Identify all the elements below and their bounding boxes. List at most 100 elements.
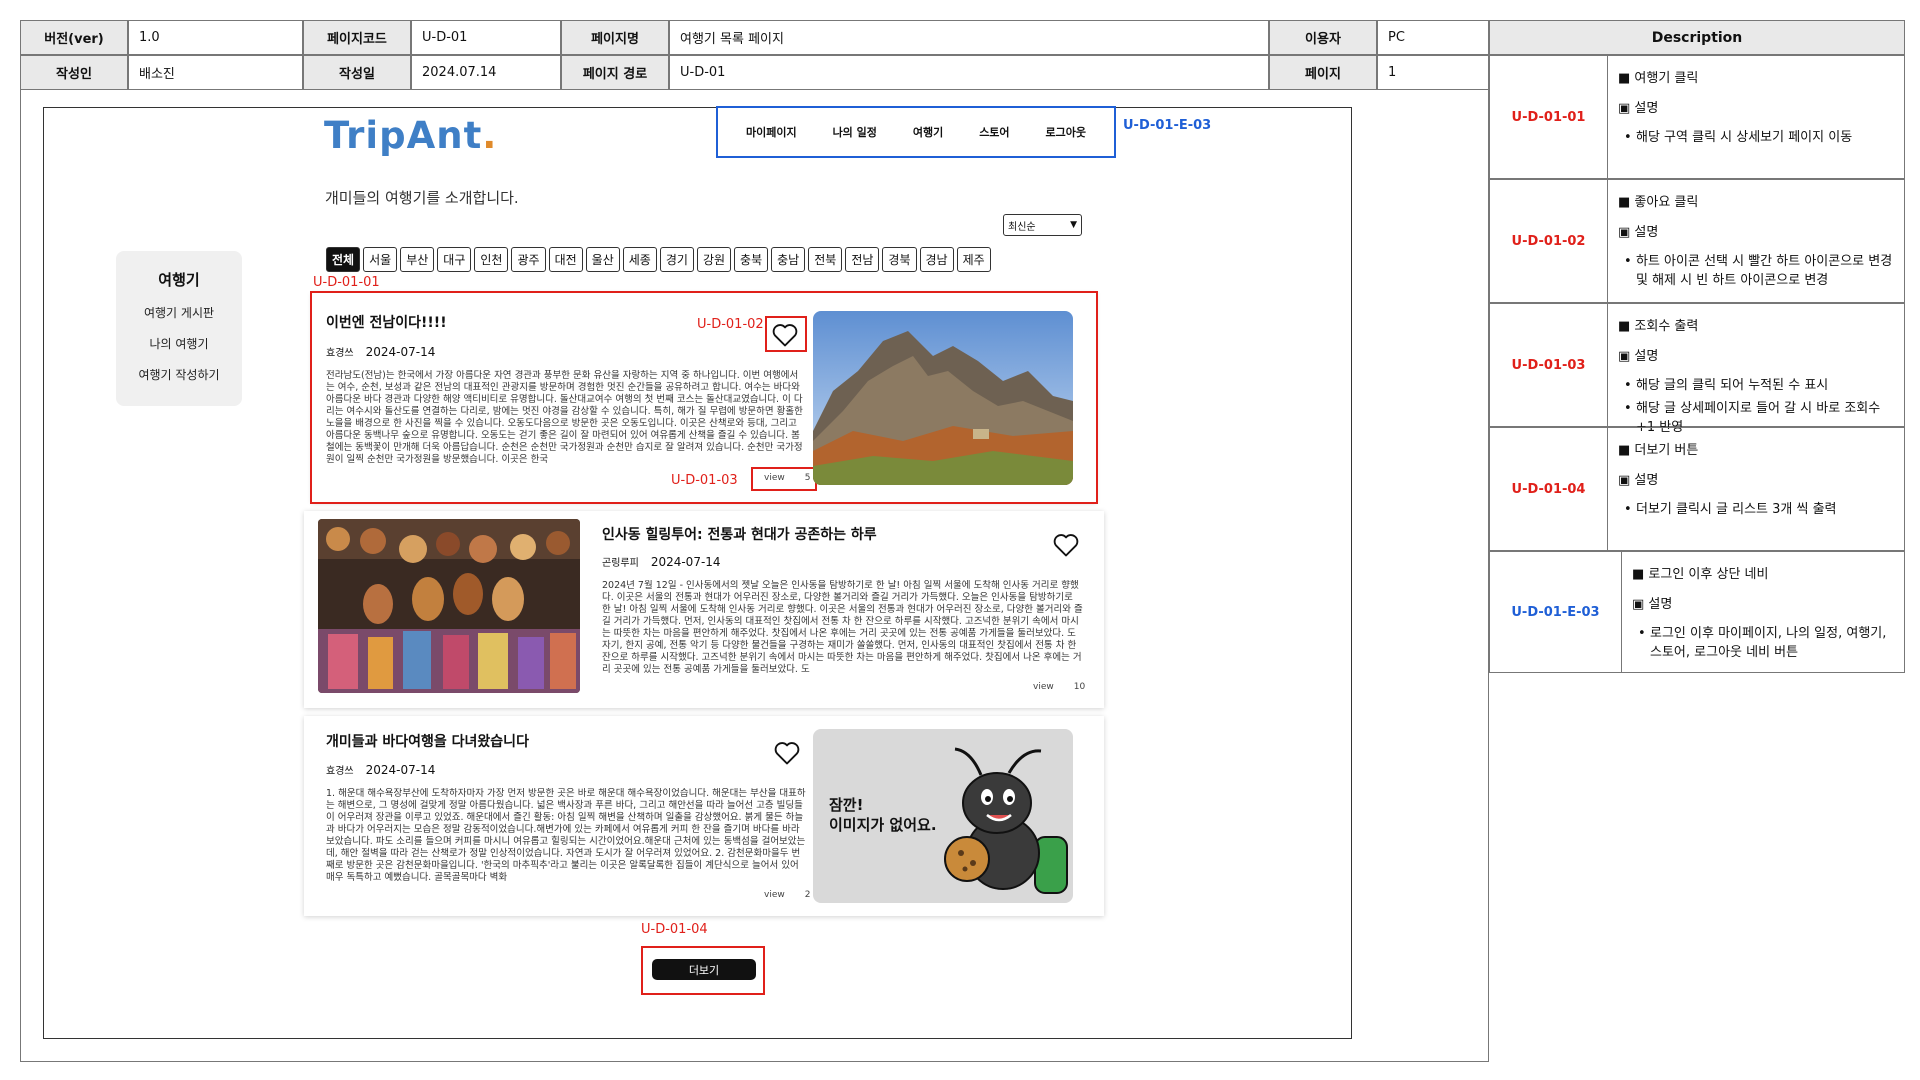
tag-more: U-D-01-04 xyxy=(641,922,708,937)
description-header: Description xyxy=(1489,20,1905,55)
view-number: 5 xyxy=(804,473,811,483)
top-nav: 마이페이지 나의 일정 여행기 스토어 로그아웃 xyxy=(716,106,1116,158)
post-image xyxy=(318,519,580,693)
region-filters: 전체 서울 부산 대구 인천 광주 대전 울산 세종 경기 강원 충북 충남 전… xyxy=(326,247,991,272)
desc-sub: ▣ 설명 xyxy=(1618,225,1659,240)
more-button[interactable]: 더보기 xyxy=(652,959,756,980)
page-code-value: U-D-01 xyxy=(411,20,561,55)
page-value: 1 xyxy=(1377,55,1489,90)
date-value: 2024.07.14 xyxy=(411,55,561,90)
sort-select[interactable]: 최신순 ▼ xyxy=(1003,214,1082,236)
filter-chip[interactable]: 광주 xyxy=(511,247,546,272)
sidebar-item-my-travelogue[interactable]: 나의 여행기 xyxy=(116,335,242,352)
desc-id: U-D-01-03 xyxy=(1490,304,1608,426)
page-name-value: 여행기 목록 페이지 xyxy=(669,20,1269,55)
post-meta: 효경쓰 2024-07-14 xyxy=(326,344,435,359)
author-label: 작성인 xyxy=(20,55,128,90)
nav-store[interactable]: 스토어 xyxy=(979,124,1009,140)
desc-bullet: 하트 아이콘 선택 시 빨간 하트 아이콘으로 변경 및 해제 시 빈 하트 아… xyxy=(1618,252,1894,290)
logo-dot: . xyxy=(482,114,498,157)
post-excerpt: 1. 해운대 해수욕장부산에 도착하자마자 가장 먼저 방문한 곳은 바로 해운… xyxy=(326,788,806,883)
page-code-label: 페이지코드 xyxy=(303,20,411,55)
filter-chip[interactable]: 전체 xyxy=(326,247,361,272)
post-author: 효경쓰 xyxy=(326,348,354,359)
page-name-label: 페이지명 xyxy=(561,20,669,55)
desc-bullet: 더보기 클릭시 글 리스트 3개 씩 출력 xyxy=(1618,500,1894,519)
version-value: 1.0 xyxy=(128,20,303,55)
view-count: view 2 xyxy=(764,890,811,900)
desc-sub: ▣ 설명 xyxy=(1618,101,1659,116)
desc-title: ■ 더보기 버튼 xyxy=(1618,443,1699,458)
post-excerpt: 전라남도(전남)는 한국에서 가장 아름다운 자연 경관과 풍부한 문화 유산을… xyxy=(326,370,803,465)
post-title: 이번엔 전남이다!!!! xyxy=(326,315,447,331)
desc-sub: ▣ 설명 xyxy=(1618,349,1659,364)
view-count: view 10 xyxy=(1033,682,1085,692)
filter-chip[interactable]: 대전 xyxy=(548,247,583,272)
desc-id: U-D-01-01 xyxy=(1490,56,1608,178)
nav-tag: U-D-01-E-03 xyxy=(1123,118,1212,133)
page-headline: 개미들의 여행기를 소개합니다. xyxy=(325,189,519,207)
sidebar-item-board[interactable]: 여행기 게시판 xyxy=(116,304,242,321)
logo-text: TripAnt xyxy=(324,114,483,157)
filter-chip[interactable]: 충남 xyxy=(771,247,806,272)
nav-my-schedule[interactable]: 나의 일정 xyxy=(833,124,877,140)
nav-travelogue[interactable]: 여행기 xyxy=(913,124,943,140)
post-title: 인사동 힐링투어: 전통과 현대가 공존하는 하루 xyxy=(602,527,877,543)
desc-title: ■ 여행기 클릭 xyxy=(1618,71,1699,86)
filter-chip[interactable]: 경기 xyxy=(659,247,694,272)
desc-row: U-D-01-04 ■ 더보기 버튼 ▣ 설명 더보기 클릭시 글 리스트 3개… xyxy=(1489,427,1905,551)
view-label: view xyxy=(764,473,785,483)
ant-mascot-icon xyxy=(944,747,1068,894)
desc-id: U-D-01-04 xyxy=(1490,428,1608,550)
market-image xyxy=(318,519,580,693)
filter-chip[interactable]: 대구 xyxy=(437,247,472,272)
heart-icon[interactable] xyxy=(771,322,799,348)
sidebar-title: 여행기 xyxy=(158,271,200,289)
post-meta: 곤링루피 2024-07-14 xyxy=(602,554,721,569)
view-label: view xyxy=(1033,682,1054,692)
heart-icon[interactable] xyxy=(1052,532,1080,558)
version-label: 버전(ver) xyxy=(20,20,128,55)
filter-chip[interactable]: 제주 xyxy=(956,247,991,272)
filter-chip[interactable]: 전북 xyxy=(808,247,843,272)
filter-chip[interactable]: 울산 xyxy=(585,247,620,272)
logo[interactable]: TripAnt. xyxy=(324,114,497,157)
no-image-text: 잠깐! 이미지가 없어요. xyxy=(829,795,937,835)
desc-title: ■ 좋아요 클릭 xyxy=(1618,195,1699,210)
filter-chip[interactable]: 부산 xyxy=(400,247,435,272)
user-label: 이용자 xyxy=(1269,20,1377,55)
view-count: view 5 xyxy=(764,473,811,483)
filter-chip[interactable]: 경남 xyxy=(919,247,954,272)
filter-chip[interactable]: 인천 xyxy=(474,247,509,272)
nav-logout[interactable]: 로그아웃 xyxy=(1046,124,1086,140)
desc-bullet: 로그인 이후 마이페이지, 나의 일정, 여행기, 스토어, 로그아웃 네비 버… xyxy=(1632,624,1894,662)
no-image-line-1: 잠깐! xyxy=(829,796,864,814)
post-excerpt: 2024년 7월 12일 - 인사동에서의 젯날 오늘은 인사동을 탐방하기로 … xyxy=(602,580,1083,675)
desc-row: U-D-01-03 ■ 조회수 출력 ▣ 설명 해당 글의 클릭 되어 누적된 … xyxy=(1489,303,1905,435)
sidebar-item-write[interactable]: 여행기 작성하기 xyxy=(116,366,242,383)
post-date: 2024-07-14 xyxy=(650,555,721,569)
view-number: 2 xyxy=(804,890,811,900)
filter-chip[interactable]: 세종 xyxy=(622,247,657,272)
desc-row: U-D-01-E-03 ■ 로그인 이후 상단 네비 ▣ 설명 로그인 이후 마… xyxy=(1489,551,1905,673)
tag-card: U-D-01-01 xyxy=(313,275,380,290)
filter-chip[interactable]: 강원 xyxy=(696,247,732,272)
post-date: 2024-07-14 xyxy=(365,345,436,359)
sidebar: 여행기 여행기 게시판 나의 여행기 여행기 작성하기 xyxy=(116,251,242,406)
path-value: U-D-01 xyxy=(669,55,1269,90)
filter-chip[interactable]: 서울 xyxy=(363,247,398,272)
no-image-line-2: 이미지가 없어요. xyxy=(829,816,937,834)
post-meta: 효경쓰 2024-07-14 xyxy=(326,762,435,777)
desc-title: ■ 로그인 이후 상단 네비 xyxy=(1632,567,1769,582)
filter-chip[interactable]: 경북 xyxy=(882,247,917,272)
desc-sub: ▣ 설명 xyxy=(1632,597,1673,612)
filter-chip[interactable]: 전남 xyxy=(845,247,880,272)
nav-mypage[interactable]: 마이페이지 xyxy=(746,124,797,140)
no-image-placeholder: 잠깐! 이미지가 없어요. xyxy=(813,729,1073,903)
heart-icon[interactable] xyxy=(773,740,801,766)
view-label: view xyxy=(764,890,785,900)
desc-sub: ▣ 설명 xyxy=(1618,473,1659,488)
sort-selected: 최신순 xyxy=(1008,221,1036,233)
post-author: 곤링루피 xyxy=(602,558,639,569)
filter-chip[interactable]: 충북 xyxy=(734,247,769,272)
